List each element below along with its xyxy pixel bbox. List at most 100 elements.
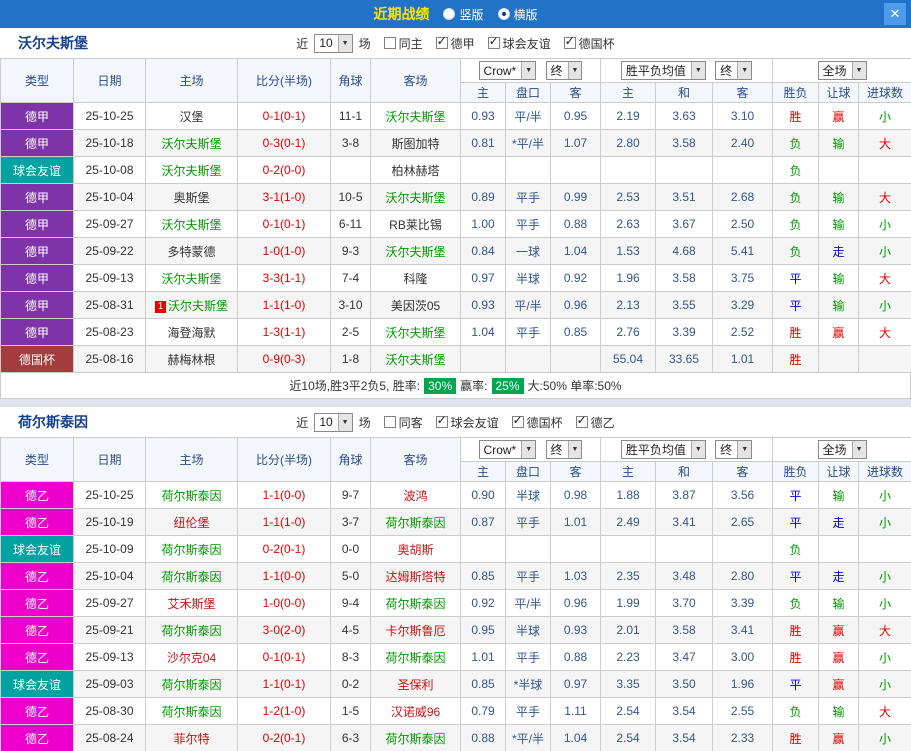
radio-horizontal-layout[interactable]: 横版 — [497, 6, 538, 23]
asian-away-odds-cell: 1.11 — [550, 697, 601, 725]
result-cell: 负 — [772, 237, 820, 265]
handicap-cell: 平/半 — [505, 589, 551, 617]
euro-away-odds-cell: 2.80 — [711, 562, 774, 590]
handicap-cell: 半球 — [505, 264, 551, 292]
chevron-down-icon: ▼ — [690, 441, 705, 458]
chevron-down-icon: ▼ — [851, 62, 866, 79]
checkbox-label: 球会友谊 — [450, 415, 499, 430]
asian-final-select[interactable]: 终 ▼ — [545, 60, 583, 80]
corner-cell: 3-8 — [330, 129, 371, 157]
filter-checkbox-3[interactable]: 德国杯 — [563, 35, 615, 52]
euro-draw-odds-cell: 3.54 — [655, 697, 713, 725]
checkbox-icon — [563, 35, 576, 49]
euro-away-odds-cell: 1.01 — [711, 345, 774, 373]
asian-away-odds-cell: 0.92 — [550, 264, 601, 292]
score-cell: 1-1(0-0) — [237, 481, 331, 509]
type-cell: 德乙 — [0, 481, 74, 509]
corner-cell: 1-5 — [330, 697, 371, 725]
handicap-result-cell: 赢 — [818, 643, 860, 671]
away-team-cell: 斯图加特 — [370, 129, 461, 157]
filters: 近 10 ▼ 场 同主 德甲 球会友谊 — [293, 33, 617, 53]
euro-home-odds-cell: 2.19 — [600, 102, 656, 130]
away-team-cell: 荷尔斯泰因 — [370, 643, 461, 671]
euro-final-select[interactable]: 终 ▼ — [715, 61, 753, 80]
filter-checkbox-3[interactable]: 德乙 — [575, 414, 615, 431]
scope-select[interactable]: 全场 ▼ — [817, 61, 867, 80]
home-team-cell: 荷尔斯泰因 — [145, 670, 238, 698]
handicap-result-cell: 输 — [818, 183, 860, 211]
corner-cell: 9-4 — [330, 589, 371, 617]
filter-checkbox-0[interactable]: 同客 — [383, 414, 423, 431]
euro-final-select[interactable]: 终 ▼ — [715, 440, 753, 459]
bookmaker-select[interactable]: Crow* ▼ — [478, 440, 537, 460]
score-cell: 0-1(0-1) — [237, 102, 331, 130]
euro-away-odds-cell: 2.65 — [711, 508, 774, 536]
handicap-win-rate-badge: 25% — [491, 377, 524, 394]
handicap-cell: 平手 — [505, 508, 551, 536]
asian-odds-controls: Crow* ▼ 终 ▼ — [460, 437, 601, 462]
score-cell: 3-0(2-0) — [237, 616, 331, 644]
corner-cell: 6-3 — [330, 724, 371, 751]
score-cell: 1-0(1-0) — [237, 237, 331, 265]
asian-home-odds-cell: 0.81 — [460, 129, 506, 157]
col-header-type: 类型 — [0, 58, 74, 103]
corner-cell: 5-0 — [330, 562, 371, 590]
date-cell: 25-10-04 — [73, 183, 146, 211]
asian-away-odds-cell: 1.04 — [550, 724, 601, 751]
bookmaker-select[interactable]: Crow* ▼ — [478, 61, 537, 81]
result-cell: 平 — [772, 481, 820, 509]
result-cell: 平 — [772, 562, 820, 590]
filter-checkbox-1[interactable]: 德甲 — [435, 35, 475, 52]
score-cell: 1-1(1-0) — [237, 508, 331, 536]
match-count-select[interactable]: 10 ▼ — [314, 33, 353, 53]
match-row: 德乙 25-10-04 荷尔斯泰因 1-1(0-0) 5-0 达姆斯塔特 0.85 平手 1.0… — [0, 562, 911, 590]
euro-average-select[interactable]: 胜平负均值 ▼ — [620, 440, 706, 459]
home-team-cell: 奥斯堡 — [145, 183, 238, 211]
date-cell: 25-09-21 — [73, 616, 146, 644]
score-cell: 1-2(1-0) — [237, 697, 331, 725]
scope-select[interactable]: 全场 ▼ — [817, 440, 867, 459]
goals-result-cell: 大 — [858, 697, 911, 725]
asian-final-select[interactable]: 终 ▼ — [545, 439, 583, 459]
close-button[interactable]: ✕ — [884, 3, 906, 25]
euro-average-select[interactable]: 胜平负均值 ▼ — [620, 61, 706, 80]
filter-checkbox-2[interactable]: 德国杯 — [511, 414, 563, 431]
home-team-cell: 海登海默 — [145, 318, 238, 346]
col-header-handicap-result: 让球 — [818, 82, 860, 103]
corner-cell: 3-10 — [330, 291, 371, 319]
type-cell: 德甲 — [0, 129, 74, 157]
filter-checkbox-2[interactable]: 球会友谊 — [487, 35, 551, 52]
filter-checkbox-1[interactable]: 球会友谊 — [435, 414, 499, 431]
result-cell: 负 — [772, 697, 820, 725]
handicap-cell — [505, 535, 551, 563]
corner-cell: 6-11 — [330, 210, 371, 238]
type-cell: 德甲 — [0, 264, 74, 292]
asian-home-odds-cell: 0.90 — [460, 481, 506, 509]
euro-draw-odds-cell: 3.50 — [655, 670, 713, 698]
goals-result-cell: 大 — [858, 318, 911, 346]
goals-result-cell — [858, 156, 911, 184]
euro-draw-odds-cell: 3.47 — [655, 643, 713, 671]
filter-checkbox-0[interactable]: 同主 — [383, 35, 423, 52]
euro-away-odds-cell — [711, 535, 774, 563]
match-count-select[interactable]: 10 ▼ — [314, 412, 353, 432]
euro-draw-odds-cell — [655, 535, 713, 563]
home-team-cell: 沃尔夫斯堡 — [145, 264, 238, 292]
euro-home-odds-cell: 2.53 — [600, 183, 656, 211]
radio-vertical-layout[interactable]: 竖版 — [443, 6, 484, 23]
handicap-cell: 平手 — [505, 562, 551, 590]
euro-draw-odds-cell: 3.58 — [655, 616, 713, 644]
goals-result-cell: 小 — [858, 102, 911, 130]
home-team-cell: 菲尔特 — [145, 724, 238, 751]
result-cell: 胜 — [772, 318, 820, 346]
results-table: 类型 日期 主场 比分(半场) 角球 客场 Crow* ▼ 终 ▼ 胜平负均值 ▼ 终… — [0, 437, 911, 751]
filters: 近 10 ▼ 场 同客 球会友谊 德国杯 — [293, 412, 617, 432]
match-row: 德乙 25-10-19 纽伦堡 1-1(1-0) 3-7 荷尔斯泰因 0.87 平手 1.01 2… — [0, 508, 911, 536]
euro-draw-odds-cell: 3.87 — [655, 481, 713, 509]
type-cell: 德乙 — [0, 508, 74, 536]
checkbox-icon — [435, 414, 448, 428]
goals-result-cell: 大 — [858, 129, 911, 157]
chevron-down-icon: ▼ — [567, 61, 582, 79]
handicap-cell: 一球 — [505, 237, 551, 265]
away-team-cell: 卡尔斯鲁厄 — [370, 616, 461, 644]
